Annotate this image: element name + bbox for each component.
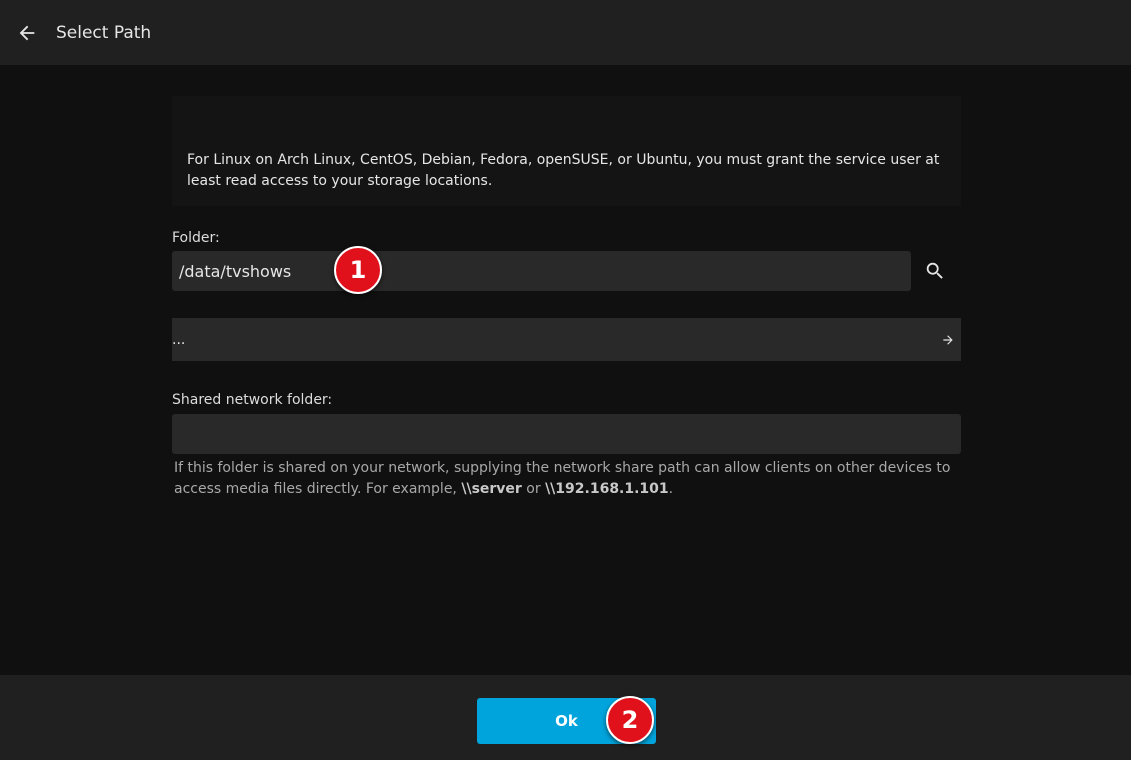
share-help-suffix: . <box>668 481 674 497</box>
annotation-badge-1: 1 <box>334 246 382 294</box>
share-label: Shared network folder: <box>172 392 333 408</box>
parent-directory-label: ... <box>172 331 186 348</box>
search-icon <box>926 262 943 279</box>
back-button[interactable] <box>0 0 54 65</box>
page-title: Select Path <box>56 22 152 43</box>
share-example-server: \\server <box>461 481 522 497</box>
dialog-footer: Ok <box>0 675 1131 760</box>
folder-label: Folder: <box>172 230 220 246</box>
share-help-middle: or <box>521 481 546 497</box>
share-example-ip: \\192.168.1.101 <box>545 481 669 497</box>
annotation-badge-2: 2 <box>606 696 654 744</box>
folder-input[interactable] <box>172 251 911 291</box>
network-share-input[interactable] <box>172 414 961 454</box>
page-header: Select Path <box>0 0 1131 65</box>
share-help-text: If this folder is shared on your network… <box>174 458 959 500</box>
permission-notice: For Linux on Arch Linux, CentOS, Debian,… <box>172 96 961 206</box>
parent-directory-item[interactable]: ... <box>172 318 961 361</box>
arrow-right-icon <box>937 329 959 351</box>
search-button[interactable] <box>914 251 956 291</box>
arrow-left-icon <box>19 25 35 40</box>
